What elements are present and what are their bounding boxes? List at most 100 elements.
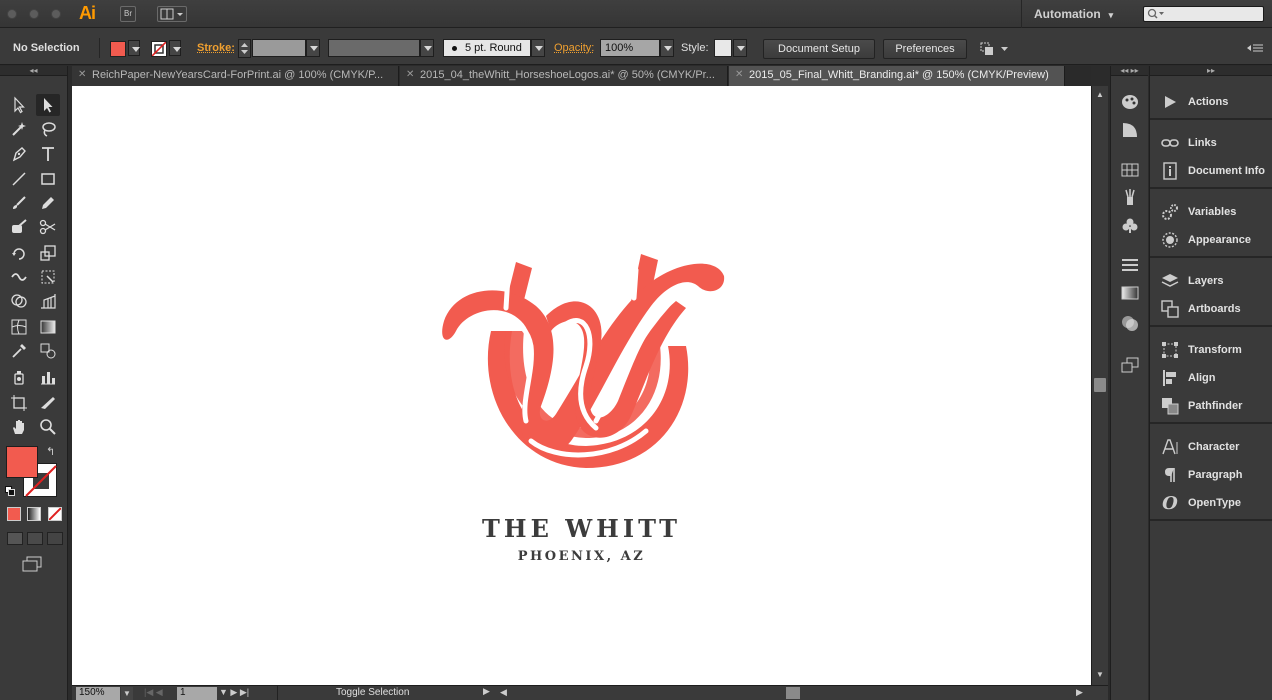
- graphic-style-swatch[interactable]: [714, 39, 732, 57]
- scissors-tool[interactable]: [36, 216, 60, 238]
- transparency-icon[interactable]: [1120, 314, 1140, 332]
- lasso-tool[interactable]: [36, 118, 60, 140]
- brush-definition-field[interactable]: 5 pt. Round: [443, 39, 531, 57]
- blend-tool[interactable]: [36, 340, 60, 362]
- stroke-color-swatch[interactable]: [151, 41, 167, 57]
- default-fill-stroke-icon[interactable]: [5, 486, 15, 496]
- shape-builder-tool[interactable]: [7, 290, 31, 312]
- preferences-button[interactable]: Preferences: [883, 39, 967, 59]
- stroke-panel-icon[interactable]: [1120, 256, 1140, 274]
- panel-artboards[interactable]: Artboards: [1150, 295, 1272, 323]
- panel-opentype[interactable]: O OpenType: [1150, 489, 1272, 517]
- vertical-scroll-thumb[interactable]: [1094, 378, 1106, 392]
- artboard-canvas[interactable]: THE WHITT PHOENIX, AZ: [72, 86, 1091, 685]
- close-window-button[interactable]: [7, 9, 17, 19]
- line-segment-tool[interactable]: [7, 168, 31, 190]
- artboard-tool[interactable]: [7, 392, 31, 414]
- scroll-right-icon[interactable]: ▶: [1076, 687, 1083, 698]
- panel-actions[interactable]: Actions: [1150, 88, 1272, 116]
- panel-variables[interactable]: Variables: [1150, 198, 1272, 226]
- opacity-label[interactable]: Opacity:: [554, 42, 594, 54]
- tools-collapse-bar[interactable]: ◂◂: [0, 66, 67, 76]
- status-display[interactable]: Toggle Selection ▶: [277, 686, 493, 700]
- draw-normal-button[interactable]: [7, 532, 23, 545]
- stroke-weight-dropdown[interactable]: [306, 39, 320, 57]
- none-mode-button[interactable]: [48, 507, 62, 521]
- document-setup-button[interactable]: Document Setup: [763, 39, 875, 59]
- color-icon[interactable]: [1120, 121, 1140, 139]
- type-tool[interactable]: [36, 143, 60, 165]
- fill-color-swatch[interactable]: [110, 41, 126, 57]
- stroke-dropdown[interactable]: [169, 40, 181, 56]
- selection-tool[interactable]: [7, 94, 31, 116]
- hand-tool[interactable]: [7, 416, 31, 438]
- scroll-left-icon[interactable]: ◀: [500, 687, 507, 698]
- zoom-level-input[interactable]: 150%: [76, 687, 120, 700]
- perspective-grid-tool[interactable]: [36, 290, 60, 312]
- zoom-window-button[interactable]: [51, 9, 61, 19]
- arrange-documents-button[interactable]: [157, 6, 187, 22]
- document-tab[interactable]: ✕ 2015_04_theWhitt_HorseshoeLogos.ai* @ 5…: [400, 66, 728, 86]
- workspace-switcher[interactable]: Automation ▾: [1021, 0, 1136, 28]
- scale-tool[interactable]: [36, 242, 60, 264]
- gradient-mode-button[interactable]: [27, 507, 41, 521]
- brand-location[interactable]: PHOENIX, AZ: [72, 549, 1091, 564]
- panel-links[interactable]: Links: [1150, 129, 1272, 157]
- brush-dropdown[interactable]: [531, 39, 545, 57]
- opacity-input[interactable]: 100%: [600, 39, 660, 57]
- bridge-button[interactable]: Br: [120, 6, 136, 22]
- panel-align[interactable]: Align: [1150, 364, 1272, 392]
- width-tool[interactable]: [7, 266, 31, 288]
- panel-document-info[interactable]: Document Info: [1150, 157, 1272, 185]
- status-menu-icon[interactable]: ▶: [483, 686, 490, 697]
- symbols-icon[interactable]: [1120, 216, 1140, 234]
- screen-mode-button[interactable]: [21, 556, 45, 572]
- color-guide-icon[interactable]: [1120, 93, 1140, 111]
- fill-swatch[interactable]: [6, 446, 38, 478]
- blob-brush-tool[interactable]: [7, 216, 31, 238]
- panel-transform[interactable]: Transform: [1150, 336, 1272, 364]
- swap-fill-stroke-icon[interactable]: ↰: [46, 445, 55, 458]
- direct-selection-tool[interactable]: [36, 94, 60, 116]
- search-input[interactable]: [1143, 6, 1264, 22]
- mesh-tool[interactable]: [7, 316, 31, 338]
- draw-inside-button[interactable]: [47, 532, 63, 545]
- draw-behind-button[interactable]: [27, 532, 43, 545]
- style-dropdown[interactable]: [733, 39, 747, 57]
- pen-tool[interactable]: [7, 143, 31, 165]
- gradient-tool[interactable]: [36, 316, 60, 338]
- panel-paragraph[interactable]: Paragraph: [1150, 461, 1272, 489]
- close-tab-icon[interactable]: ✕: [735, 69, 743, 80]
- pencil-tool[interactable]: [36, 192, 60, 214]
- panel-character[interactable]: Character: [1150, 433, 1272, 461]
- close-tab-icon[interactable]: ✕: [78, 69, 86, 80]
- close-tab-icon[interactable]: ✕: [406, 69, 414, 80]
- paintbrush-tool[interactable]: [7, 192, 31, 214]
- zoom-dropdown[interactable]: ▼: [121, 687, 133, 700]
- artboard-number-input[interactable]: 1: [177, 687, 217, 700]
- gradient-panel-icon[interactable]: [1120, 284, 1140, 302]
- vertical-scrollbar[interactable]: ▲ ▼: [1091, 86, 1108, 685]
- zoom-tool[interactable]: [36, 416, 60, 438]
- document-tab[interactable]: ✕ ReichPaper-NewYearsCard-ForPrint.ai @ 1…: [72, 66, 399, 86]
- stroke-weight-input[interactable]: [252, 39, 306, 57]
- symbol-sprayer-tool[interactable]: [7, 366, 31, 388]
- export-icon[interactable]: [1120, 356, 1140, 374]
- arrange-objects-button[interactable]: [978, 40, 1012, 58]
- panel-layers[interactable]: Layers: [1150, 267, 1272, 295]
- swatches-icon[interactable]: [1120, 161, 1140, 179]
- free-transform-tool[interactable]: [36, 266, 60, 288]
- stroke-weight-stepper[interactable]: [238, 39, 251, 58]
- fill-dropdown[interactable]: [128, 40, 140, 56]
- document-tab-active[interactable]: ✕ 2015_05_Final_Whitt_Branding.ai* @ 150%…: [729, 66, 1065, 86]
- color-mode-button[interactable]: [7, 507, 21, 521]
- eyedropper-tool[interactable]: [7, 340, 31, 362]
- rectangle-tool[interactable]: [36, 168, 60, 190]
- panel-appearance[interactable]: Appearance: [1150, 226, 1272, 254]
- brand-name[interactable]: THE WHITT: [72, 514, 1091, 543]
- scroll-down-icon[interactable]: ▼: [1096, 670, 1104, 679]
- artboard-nav-icons[interactable]: ▼ ▶ ▶|: [219, 687, 249, 698]
- slice-tool[interactable]: [36, 392, 60, 414]
- brushes-icon[interactable]: [1120, 188, 1140, 206]
- first-artboard-icon[interactable]: |◀ ◀: [144, 687, 163, 698]
